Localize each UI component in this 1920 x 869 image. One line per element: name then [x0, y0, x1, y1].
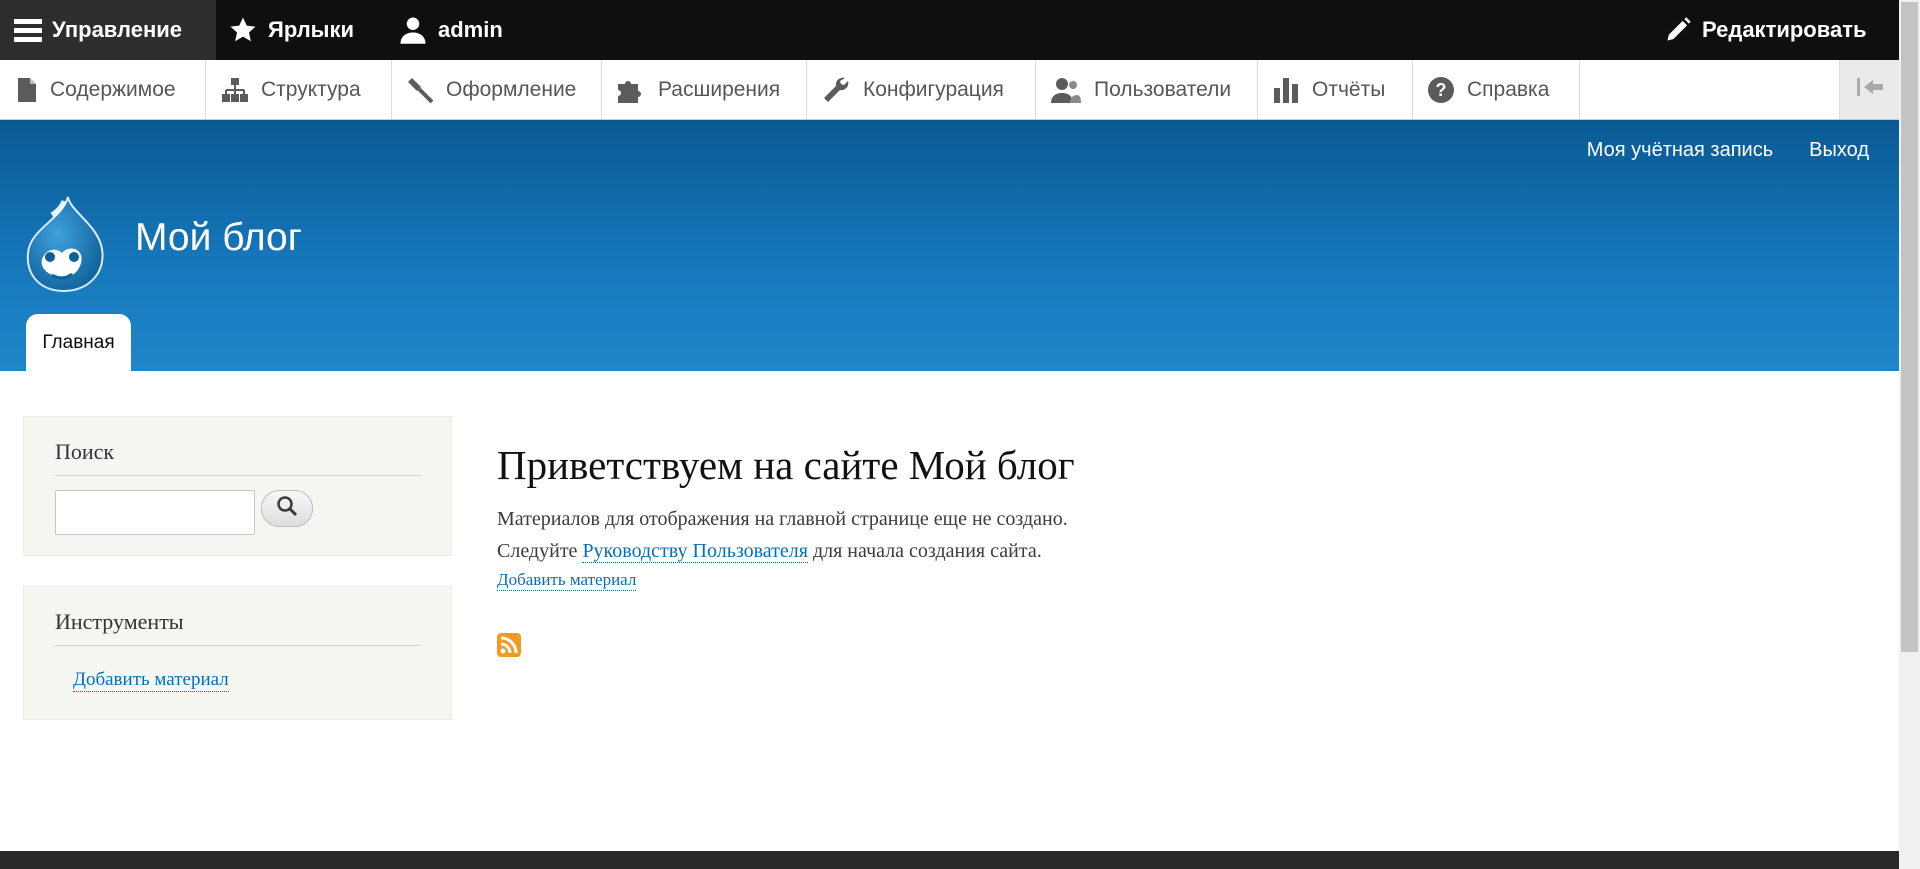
pencil-icon [1664, 16, 1692, 44]
tray-label-content: Содержимое [50, 77, 176, 101]
tray-label-structure: Структура [261, 77, 361, 101]
tray-label-reports: Отчёты [1312, 77, 1386, 101]
help-icon: ? [1427, 76, 1455, 104]
site-name[interactable]: Мой блог [135, 216, 302, 260]
user-guide-link[interactable]: Руководству Пользователя [582, 540, 808, 563]
search-icon [276, 495, 298, 522]
tray-item-configuration[interactable]: Конфигурация [807, 60, 1036, 119]
tray-item-appearance[interactable]: Оформление [392, 60, 602, 119]
tray-item-people[interactable]: Пользователи [1036, 60, 1258, 119]
users-icon [1050, 76, 1082, 104]
tray-label-appearance: Оформление [446, 77, 577, 101]
puzzle-icon [616, 76, 646, 104]
user-label: admin [438, 17, 503, 42]
tray-label-people: Пользователи [1094, 77, 1232, 101]
my-account-link[interactable]: Моя учётная запись [1587, 139, 1773, 162]
search-block-title: Поиск [55, 439, 115, 464]
divider [55, 475, 421, 476]
file-icon [16, 77, 38, 103]
tray-label-configuration: Конфигурация [863, 77, 1004, 101]
site-footer [0, 851, 1899, 869]
admin-toolbar: Управление Ярлыки admin Редактировать [0, 0, 1899, 60]
tray-label-extensions: Расширения [658, 77, 781, 101]
guide-text-after: для начала создания сайта. [807, 540, 1042, 562]
collapse-tray-icon [1855, 76, 1885, 103]
tray-label-help: Справка [1467, 77, 1550, 101]
user-tab[interactable]: admin [398, 0, 503, 60]
shortcuts-label: Ярлыки [268, 17, 355, 42]
star-icon [228, 15, 258, 45]
guide-message: Следуйте Руководству Пользователя для на… [497, 540, 1042, 563]
empty-message: Материалов для отображения на главной ст… [497, 508, 1068, 530]
site-header: Моя учётная запись Выход Мой блог Главна… [0, 120, 1899, 371]
scrollbar[interactable] [1899, 0, 1920, 869]
sitemap-icon [221, 77, 249, 103]
guide-text-before: Следуйте [497, 540, 583, 562]
secondary-menu: Моя учётная запись Выход [1587, 139, 1869, 162]
search-button[interactable] [261, 490, 313, 527]
edit-label: Редактировать [1702, 17, 1867, 42]
bar-chart-icon [1272, 76, 1300, 104]
scrollbar-thumb[interactable] [1901, 2, 1918, 652]
wrench-icon [821, 75, 851, 105]
admin-tray: Содержимое Структура Оформление Расширен… [0, 60, 1899, 120]
add-content-link[interactable]: Добавить материал [73, 669, 229, 692]
hamburger-icon [14, 16, 42, 44]
edit-tab[interactable]: Редактировать [1664, 0, 1867, 60]
logout-link[interactable]: Выход [1809, 139, 1869, 162]
manage-label: Управление [52, 17, 183, 42]
tools-block-title: Инструменты [55, 609, 184, 634]
tab-home[interactable]: Главная [26, 314, 131, 371]
svg-text:?: ? [1436, 80, 1447, 100]
tray-item-structure[interactable]: Структура [207, 60, 392, 119]
tray-toggle-button[interactable] [1839, 60, 1899, 119]
tray-item-content[interactable]: Содержимое [0, 60, 206, 119]
search-input[interactable] [55, 490, 255, 535]
manage-tab[interactable]: Управление [0, 0, 216, 60]
user-icon [398, 15, 428, 45]
page-title: Приветствуем на сайте Мой блог [497, 442, 1075, 488]
divider [55, 645, 421, 646]
tray-item-reports[interactable]: Отчёты [1258, 60, 1413, 119]
drupal-logo-icon[interactable] [22, 195, 110, 300]
shortcuts-tab[interactable]: Ярлыки [228, 0, 354, 60]
tray-item-help[interactable]: ? Справка [1413, 60, 1580, 119]
tools-block: Инструменты Добавить материал [23, 586, 452, 720]
brush-icon [406, 76, 434, 104]
rss-feed-icon[interactable] [497, 633, 521, 657]
add-content-main-link[interactable]: Добавить материал [497, 570, 637, 591]
tray-item-extensions[interactable]: Расширения [602, 60, 807, 119]
search-block: Поиск [23, 416, 452, 556]
